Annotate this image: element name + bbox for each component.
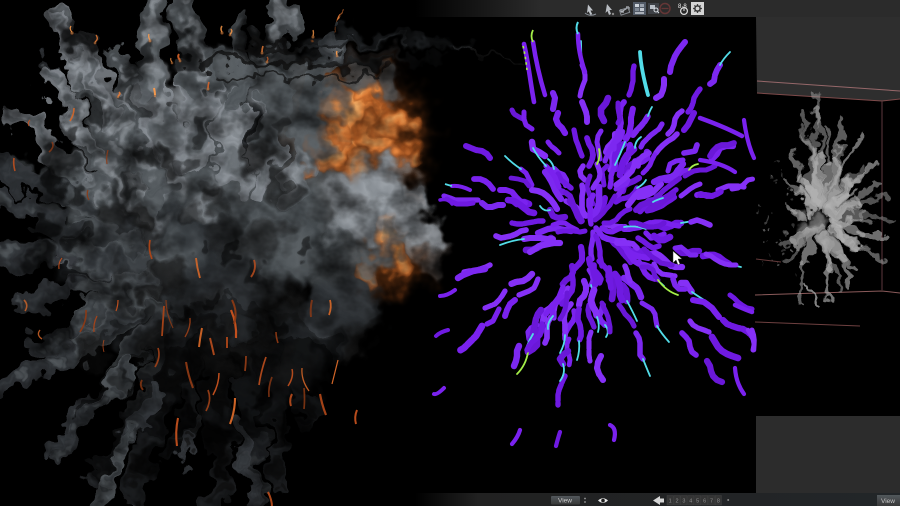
svg-text:1: 1 (669, 499, 672, 505)
svg-text:5: 5 (696, 499, 699, 505)
svg-text:6: 6 (703, 499, 706, 505)
svg-text:2: 2 (675, 499, 678, 505)
svg-text:8: 8 (717, 499, 720, 505)
svg-text:View: View (558, 498, 572, 505)
svg-text:View: View (881, 498, 895, 505)
svg-text:7: 7 (710, 499, 713, 505)
svg-text:8·8: 8·8 (678, 4, 687, 10)
svg-text:4: 4 (689, 499, 692, 505)
svg-text:3: 3 (682, 499, 685, 505)
